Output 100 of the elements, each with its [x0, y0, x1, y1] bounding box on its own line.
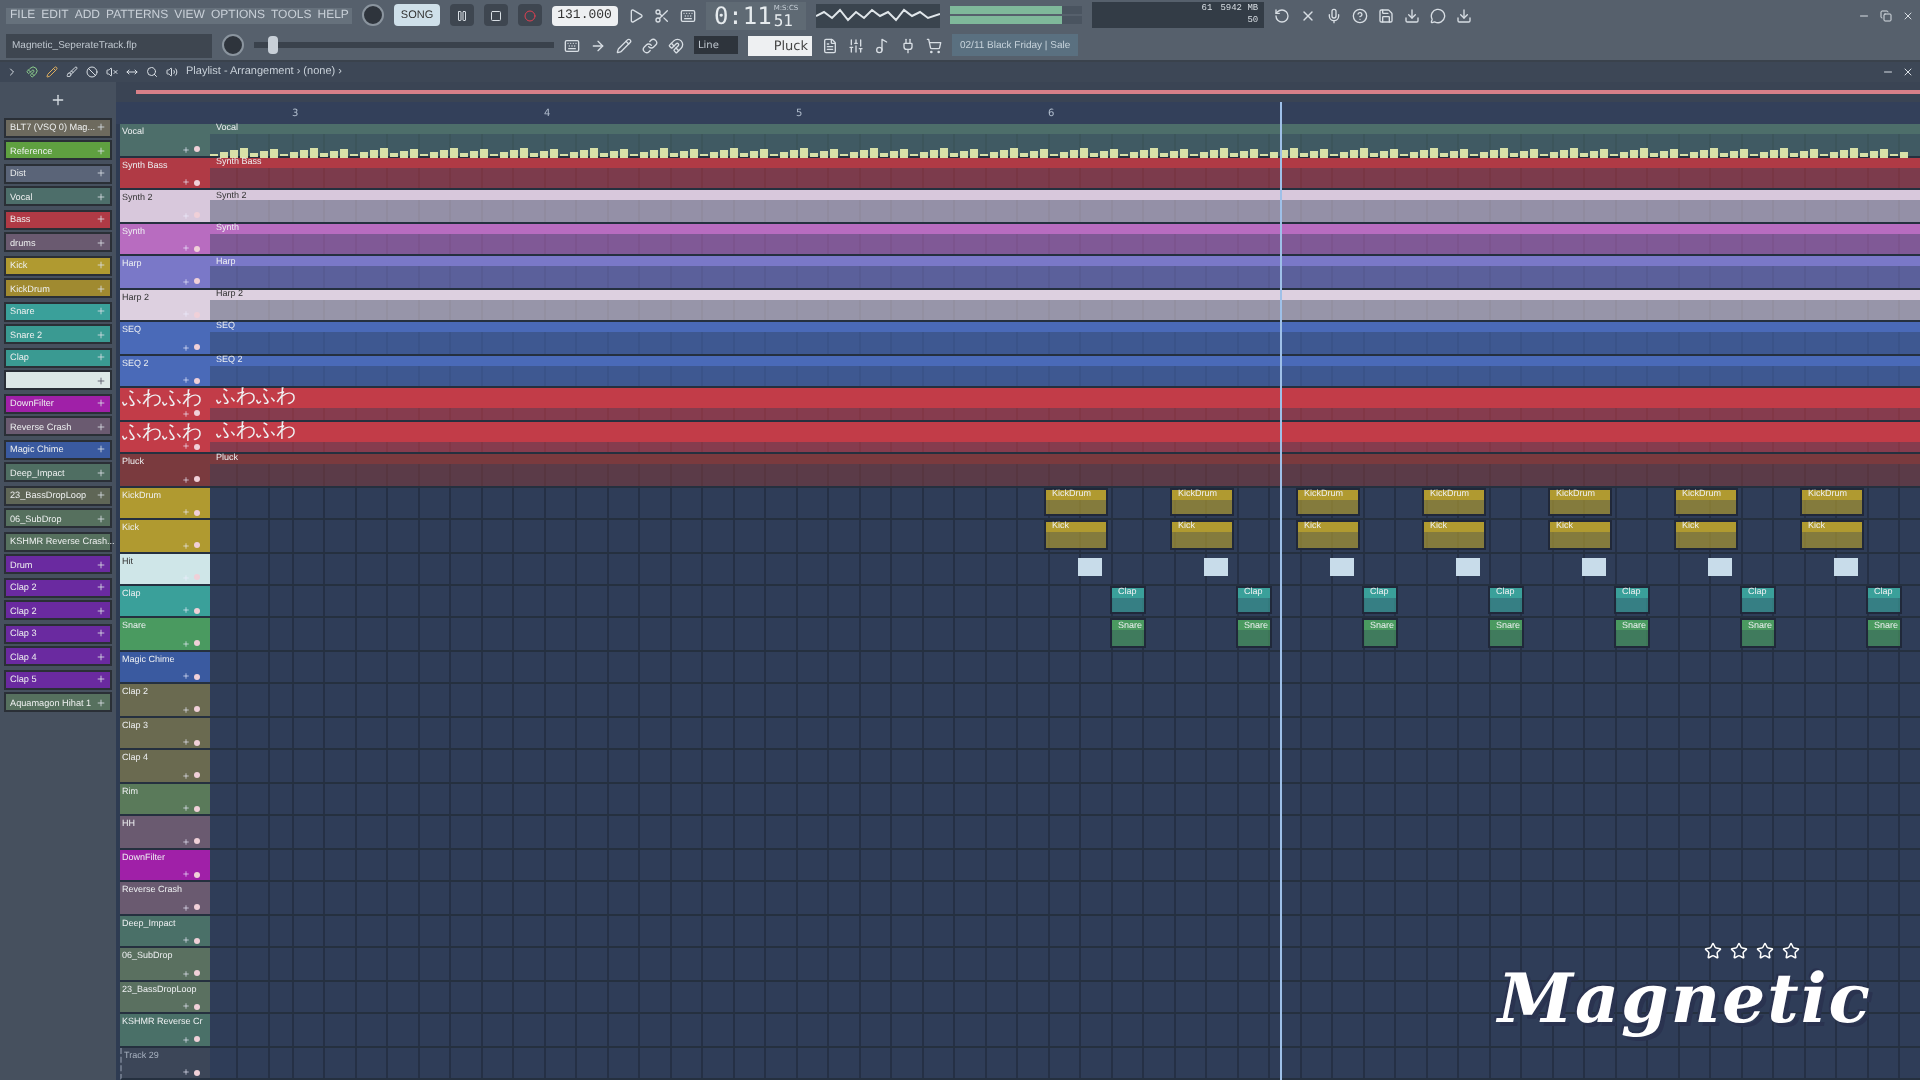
plus-icon[interactable] [96, 214, 106, 224]
pencil-icon[interactable] [46, 66, 58, 78]
plus-icon[interactable] [96, 674, 106, 684]
plus-icon[interactable] [96, 237, 106, 247]
magnet-icon[interactable] [668, 37, 684, 53]
plus-icon[interactable] [182, 936, 190, 945]
close-icon[interactable] [1902, 66, 1914, 78]
plus-icon[interactable] [182, 376, 190, 385]
clip[interactable]: ふわふわ [210, 421, 1920, 453]
download-icon[interactable] [1404, 7, 1421, 23]
plus-icon[interactable] [96, 191, 106, 201]
plus-icon[interactable] [182, 771, 190, 780]
plus-icon[interactable] [96, 444, 106, 454]
master-pitch-slider[interactable] [254, 42, 554, 48]
link-icon[interactable] [642, 37, 658, 53]
zoom-icon[interactable] [146, 66, 158, 78]
download-icon[interactable] [1456, 7, 1473, 23]
pattern-clip[interactable] [1834, 557, 1858, 575]
plus-icon[interactable] [182, 870, 190, 879]
plus-icon[interactable] [96, 605, 106, 615]
plus-icon[interactable] [182, 442, 190, 451]
plus-icon[interactable] [96, 513, 106, 523]
note-icon[interactable] [874, 37, 890, 53]
pattern-clip[interactable] [1456, 557, 1480, 575]
plus-icon[interactable] [182, 178, 190, 187]
slider-thumb[interactable] [268, 36, 279, 54]
brush-icon[interactable] [66, 66, 78, 78]
pattern-clip[interactable] [1078, 557, 1102, 575]
close-icon[interactable] [1902, 9, 1914, 21]
clip[interactable]: ふわふわ [210, 388, 1920, 420]
plus-icon[interactable] [182, 837, 190, 846]
stop-button[interactable] [483, 4, 508, 26]
clip-label: ふわふわ [216, 388, 296, 409]
record-icon [523, 9, 536, 21]
plus-icon[interactable] [182, 1068, 190, 1076]
plus-icon[interactable] [96, 651, 106, 661]
track-header[interactable]: ふわふわ [120, 421, 204, 455]
pencil-icon[interactable] [616, 37, 632, 53]
minimize-icon[interactable] [1882, 66, 1894, 78]
plus-icon[interactable] [96, 697, 106, 707]
plus-icon[interactable] [182, 705, 190, 714]
plus-icon[interactable] [182, 738, 190, 747]
speaker-icon[interactable] [166, 66, 178, 78]
knob[interactable] [222, 34, 244, 56]
undo-icon[interactable] [1274, 7, 1291, 23]
time-fraction: 51 [773, 11, 793, 29]
plus-icon[interactable] [96, 421, 106, 431]
mixer-icon[interactable] [848, 37, 864, 53]
level-meter [950, 3, 1083, 27]
plus-icon[interactable] [182, 475, 190, 484]
magnet-icon[interactable] [26, 66, 38, 78]
close-icon[interactable] [1300, 7, 1317, 23]
plus-icon[interactable] [96, 283, 106, 293]
keyboard-icon[interactable] [679, 7, 696, 23]
help-icon[interactable] [1352, 7, 1369, 23]
plus-icon[interactable] [96, 467, 106, 477]
track-header[interactable]: ふわふわ [120, 388, 204, 422]
plus-icon[interactable] [96, 122, 106, 132]
slip-icon[interactable] [126, 66, 138, 78]
plug-icon[interactable] [900, 37, 916, 53]
pause-button[interactable] [449, 4, 474, 26]
plus-icon[interactable] [96, 559, 106, 569]
time-text: 0:11 [713, 3, 772, 29]
cart-icon[interactable] [926, 37, 942, 53]
plus-icon[interactable] [182, 639, 190, 648]
play-icon[interactable] [627, 7, 644, 23]
chat-icon[interactable] [1430, 7, 1447, 23]
minimize-icon[interactable] [1858, 9, 1870, 21]
plus-icon[interactable] [96, 375, 106, 385]
keyboard-icon[interactable] [564, 37, 580, 53]
save-icon[interactable] [1378, 7, 1395, 23]
pattern-clip[interactable] [1582, 557, 1606, 575]
pattern-clip[interactable] [1708, 557, 1732, 575]
channel-item[interactable] [4, 370, 112, 390]
arrow-icon[interactable] [590, 37, 606, 53]
knob[interactable] [362, 4, 385, 26]
track-name: ふわふわ [122, 390, 202, 411]
add-icon[interactable] [50, 92, 66, 108]
plus-icon[interactable] [182, 145, 190, 154]
plus-icon[interactable] [182, 1002, 190, 1011]
plus-icon[interactable] [96, 582, 106, 592]
plus-icon[interactable] [182, 672, 190, 681]
delete-icon[interactable] [86, 66, 98, 78]
restore-icon[interactable] [1880, 9, 1892, 21]
document-icon[interactable] [822, 37, 838, 53]
plus-icon[interactable] [96, 398, 106, 408]
plus-icon[interactable] [182, 409, 190, 418]
plus-icon[interactable] [96, 168, 106, 178]
plus-icon[interactable] [96, 628, 106, 638]
song-overview[interactable] [116, 82, 1920, 102]
pattern-clip[interactable] [1330, 557, 1354, 575]
plus-icon[interactable] [182, 343, 190, 352]
microphone-icon[interactable] [1326, 7, 1343, 23]
plus-icon[interactable] [182, 903, 190, 912]
scissors-icon[interactable] [653, 7, 670, 23]
pattern-clip[interactable] [1204, 557, 1228, 575]
plus-icon[interactable] [182, 969, 190, 978]
plus-icon[interactable] [182, 1035, 190, 1044]
plus-icon[interactable] [96, 490, 106, 500]
plus-icon[interactable] [182, 804, 190, 813]
